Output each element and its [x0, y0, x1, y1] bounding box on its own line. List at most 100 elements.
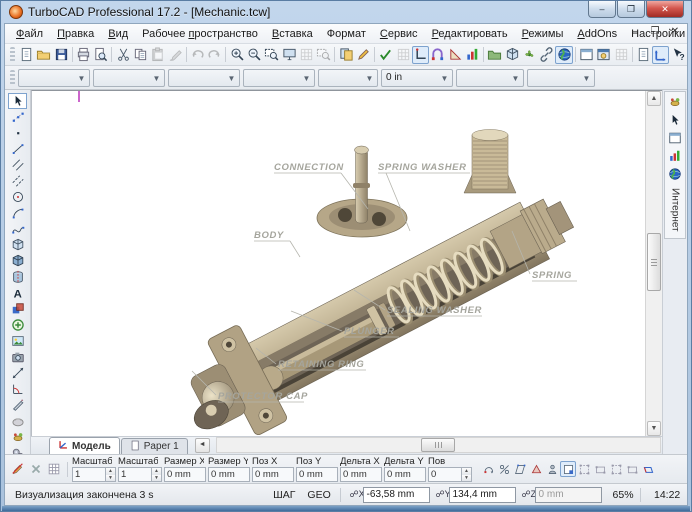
field-value[interactable]: 1▲▼	[118, 467, 162, 482]
print-icon[interactable]	[75, 46, 92, 64]
pen-pattern-combo[interactable]: ▼	[168, 69, 240, 87]
aerial-view-icon[interactable]	[298, 46, 315, 64]
tab-модель[interactable]: Модель	[49, 437, 120, 454]
save-file-icon[interactable]	[52, 46, 69, 64]
paint-tool[interactable]	[8, 429, 27, 445]
angular-dimension-tool[interactable]	[8, 381, 27, 397]
scroll-up-icon[interactable]: ▲	[647, 91, 661, 106]
web-render-icon[interactable]	[555, 46, 572, 64]
chevron-down-icon[interactable]: ▼	[510, 73, 521, 84]
multiline-tool[interactable]	[8, 173, 27, 189]
ucs-icon[interactable]	[652, 46, 669, 64]
chevron-down-icon[interactable]: ▼	[301, 73, 312, 84]
drawing-canvas[interactable]: CONNECTIONSPRING WASHERBODYSPRINGSEALING…	[31, 90, 662, 436]
revolve-tool[interactable]	[8, 269, 27, 285]
menu-item-редактировать[interactable]: Редактировать	[425, 26, 515, 42]
material-tool[interactable]	[8, 413, 27, 429]
insert-part-tool[interactable]	[8, 317, 27, 333]
select-tool[interactable]	[8, 93, 27, 109]
field-value[interactable]: 0 mm	[208, 467, 250, 482]
select-icon[interactable]	[666, 112, 685, 128]
new-view-icon[interactable]	[578, 46, 595, 64]
dimension-tool[interactable]	[8, 365, 27, 381]
pen-width-combo[interactable]: ▼	[93, 69, 165, 87]
horizontal-scroll-thumb[interactable]	[421, 438, 455, 452]
scale-percent-icon[interactable]	[496, 461, 512, 477]
circle-tool[interactable]	[8, 189, 27, 205]
zoom-selection-icon[interactable]	[315, 46, 332, 64]
clear-icon[interactable]	[27, 461, 44, 478]
snap-mode-icon[interactable]	[429, 46, 446, 64]
mdi-restore-icon[interactable]: ❐	[648, 26, 662, 37]
redo-icon[interactable]	[206, 46, 223, 64]
mdi-minimize-icon[interactable]: –	[628, 26, 642, 37]
paste-icon[interactable]	[149, 46, 166, 64]
mdi-close-icon[interactable]: ✕	[668, 26, 682, 37]
solid-tool[interactable]	[8, 253, 27, 269]
field-value[interactable]: 0 mm	[164, 467, 206, 482]
field-value[interactable]: 0▲▼	[428, 467, 472, 482]
design-director-icon[interactable]	[337, 46, 354, 64]
menu-item-сервис[interactable]: Сервис	[373, 26, 425, 42]
rotate-handle-icon[interactable]	[480, 461, 496, 477]
zoom-in-icon[interactable]	[228, 46, 245, 64]
open-palette-icon[interactable]	[486, 46, 503, 64]
blank-page-icon[interactable]	[635, 46, 652, 64]
vertical-scroll-thumb[interactable]	[647, 233, 661, 291]
previous-view-icon[interactable]	[280, 46, 297, 64]
field-value[interactable]: 1▲▼	[72, 467, 116, 482]
locked-view-icon[interactable]	[612, 46, 629, 64]
color-combo[interactable]: ▼	[456, 69, 524, 87]
zoom-window-icon[interactable]	[263, 46, 280, 64]
chevron-down-icon[interactable]: ▼	[439, 73, 450, 84]
spinner-control[interactable]: ▲▼	[461, 468, 471, 481]
scroll-down-icon[interactable]: ▼	[647, 421, 661, 436]
menu-item-рабочее-пространство[interactable]: Рабочее пространство	[135, 26, 265, 42]
palette-icon[interactable]	[666, 94, 685, 110]
ortho-mode-icon[interactable]	[412, 46, 429, 64]
image-tool[interactable]	[8, 333, 27, 349]
chevron-down-icon[interactable]: ▼	[76, 73, 87, 84]
text-tool[interactable]: A	[8, 285, 27, 301]
table-icon[interactable]	[45, 461, 62, 478]
coordinate-value[interactable]: 134,4 mm	[449, 487, 516, 503]
coordinate-value[interactable]: -63,58 mm	[363, 487, 430, 503]
table-mode-icon[interactable]	[394, 46, 411, 64]
field-value[interactable]: 0 mm	[252, 467, 294, 482]
tab-scroll-left-icon[interactable]: ◄	[195, 438, 210, 453]
menu-item-правка[interactable]: Правка	[50, 26, 101, 42]
zoom-out-icon[interactable]	[246, 46, 263, 64]
parallel-line-tool[interactable]	[8, 157, 27, 173]
field-value[interactable]: 0 mm	[384, 467, 426, 482]
close-button[interactable]: ✕	[646, 1, 684, 18]
pen-edit-icon[interactable]	[355, 46, 372, 64]
field-value[interactable]: 0 mm	[296, 467, 338, 482]
corner-handle-icon[interactable]	[624, 461, 640, 477]
link-icon[interactable]	[538, 46, 555, 64]
menu-item-режимы[interactable]: Режимы	[515, 26, 571, 42]
frame-handle-icon[interactable]	[608, 461, 624, 477]
horizontal-scrollbar[interactable]	[216, 437, 661, 453]
anchor-handle-icon[interactable]	[544, 461, 560, 477]
stretch-handle-icon[interactable]	[576, 461, 592, 477]
resize-handle-icon[interactable]	[592, 461, 608, 477]
step-toggle[interactable]: ШАГ	[267, 488, 301, 502]
title-bar[interactable]: TurboCAD Professional 17.2 - [Mechanic.t…	[2, 1, 690, 23]
context-help-icon[interactable]: ?	[669, 46, 686, 64]
chevron-down-icon[interactable]: ▼	[151, 73, 162, 84]
chevron-down-icon[interactable]: ▼	[226, 73, 237, 84]
render-camera-tool[interactable]	[8, 349, 27, 365]
format-painter-icon[interactable]	[166, 46, 183, 64]
coordinate-value[interactable]: 0 mm	[535, 487, 602, 503]
print-preview-icon[interactable]	[92, 46, 109, 64]
menu-item-формат[interactable]: Формат	[320, 26, 373, 42]
brush-style-combo[interactable]: ▼	[243, 69, 315, 87]
skew-handle-icon[interactable]	[512, 461, 528, 477]
no-edit-icon[interactable]	[9, 461, 26, 478]
trim-tool[interactable]	[8, 397, 27, 413]
boolean-tool[interactable]	[8, 301, 27, 317]
menu-item-вид[interactable]: Вид	[101, 26, 135, 42]
internet-globe-icon[interactable]	[666, 166, 685, 182]
point-edit-tool[interactable]	[8, 109, 27, 125]
draft-mode-icon[interactable]	[446, 46, 463, 64]
